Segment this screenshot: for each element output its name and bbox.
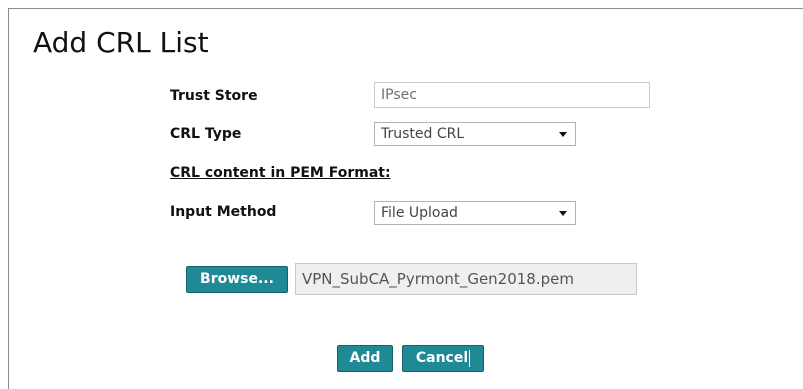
crl-content-heading: CRL content in PEM Format:	[170, 165, 391, 181]
input-method-selected-value: File Upload	[381, 205, 458, 221]
crl-type-label: CRL Type	[170, 126, 242, 142]
input-method-label: Input Method	[170, 204, 277, 220]
add-crl-dialog: Add CRL List Trust Store IPsec CRL Type …	[8, 8, 803, 389]
trust-store-label: Trust Store	[170, 88, 258, 104]
add-button[interactable]: Add	[337, 345, 393, 372]
cancel-button[interactable]: Cancel	[402, 345, 484, 372]
chevron-down-icon	[559, 132, 567, 137]
cancel-label: Cancel	[415, 350, 469, 366]
chevron-down-icon	[559, 211, 567, 216]
crl-type-select[interactable]: Trusted CRL	[374, 122, 576, 146]
crl-type-selected-value: Trusted CRL	[381, 126, 465, 142]
trust-store-field[interactable]: IPsec	[374, 82, 650, 108]
text-cursor	[469, 349, 471, 367]
file-name-field[interactable]: VPN_SubCA_Pyrmont_Gen2018.pem	[295, 263, 637, 295]
page-title: Add CRL List	[33, 26, 209, 59]
browse-button[interactable]: Browse...	[186, 266, 288, 293]
input-method-select[interactable]: File Upload	[374, 201, 576, 225]
